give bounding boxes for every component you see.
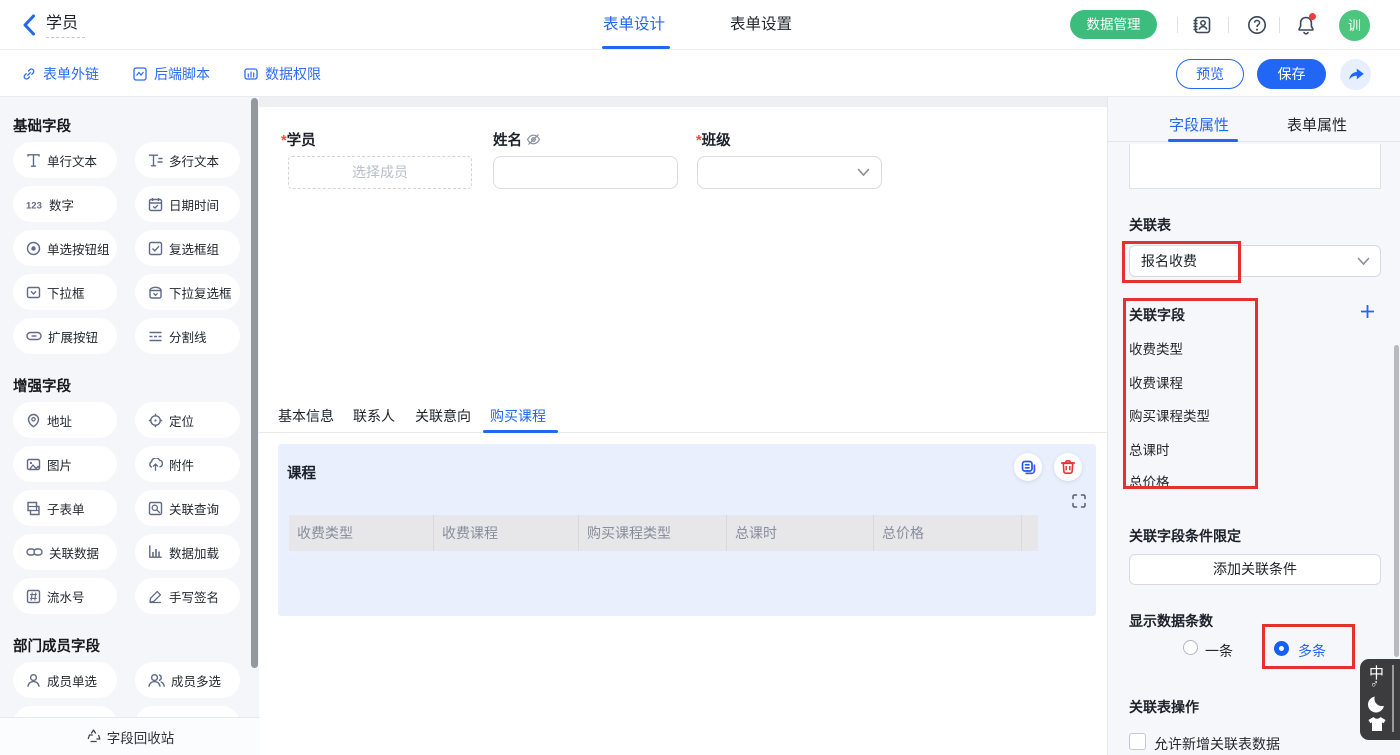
svg-text:123: 123: [26, 200, 42, 211]
